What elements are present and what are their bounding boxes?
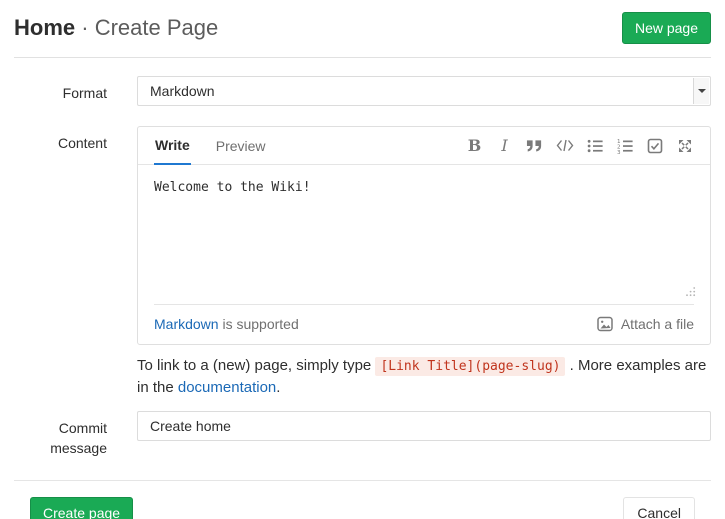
code-icon[interactable] — [555, 136, 574, 155]
help-text-before: To link to a (new) page, simply type — [137, 357, 375, 374]
quote-icon[interactable] — [525, 136, 544, 155]
task-list-icon[interactable] — [645, 136, 664, 155]
editor-write-area: Welcome to the Wiki! — [138, 165, 710, 304]
spacer — [14, 345, 137, 399]
create-page-button[interactable]: Create page — [30, 497, 133, 519]
supported-text: is supported — [219, 316, 299, 332]
content-textarea[interactable]: Welcome to the Wiki! — [138, 165, 710, 304]
attach-file-button[interactable]: Attach a file — [596, 314, 694, 333]
link-help-text: To link to a (new) page, simply type [Li… — [137, 355, 711, 399]
format-select[interactable]: Markdown — [137, 76, 711, 106]
page-title-home: Home — [14, 15, 75, 40]
page-title-subtitle: Create Page — [95, 15, 219, 40]
commit-message-input[interactable] — [137, 411, 711, 441]
format-select-value: Markdown — [150, 83, 215, 99]
editor-tab-bar: Write Preview B I — [138, 127, 710, 165]
editor-tabs: Write Preview — [154, 127, 465, 164]
format-row: Format Markdown — [14, 76, 711, 106]
svg-text:3: 3 — [617, 150, 621, 154]
page-title: Home · Create Page — [14, 13, 218, 43]
tab-write[interactable]: Write — [154, 127, 191, 165]
italic-icon[interactable]: I — [495, 136, 514, 155]
page-title-separator: · — [81, 15, 88, 40]
content-label: Content — [14, 126, 137, 345]
attach-file-label: Attach a file — [621, 316, 694, 332]
commit-message-row: Commit message — [14, 411, 711, 458]
markdown-supported-note: Markdown is supported — [154, 316, 299, 332]
new-page-button[interactable]: New page — [622, 12, 711, 44]
fullscreen-icon[interactable] — [675, 136, 694, 155]
form-actions: Create page Cancel — [14, 480, 711, 519]
tab-preview[interactable]: Preview — [215, 127, 267, 165]
editor-toolbar: B I — [465, 127, 694, 164]
markdown-editor: Write Preview B I — [137, 126, 711, 345]
markdown-help-link[interactable]: Markdown — [154, 316, 219, 332]
format-label: Format — [14, 76, 137, 106]
cancel-button[interactable]: Cancel — [623, 497, 695, 519]
link-syntax-code: [Link Title](page-slug) — [375, 357, 565, 376]
image-attachment-icon — [596, 314, 615, 333]
page-header: Home · Create Page New page — [14, 0, 711, 58]
content-row: Content Write Preview B I — [14, 126, 711, 399]
wiki-create-page: Home · Create Page New page Format Markd… — [0, 0, 725, 519]
chevron-down-icon — [693, 78, 709, 104]
documentation-link[interactable]: documentation — [178, 379, 276, 396]
commit-message-label: Commit message — [14, 411, 137, 458]
numbered-list-icon[interactable]: 1 2 3 — [615, 136, 634, 155]
bullet-list-icon[interactable] — [585, 136, 604, 155]
bold-icon[interactable]: B — [465, 136, 484, 155]
help-text-after: . — [276, 379, 280, 396]
editor-footer: Markdown is supported Attach a file — [154, 304, 694, 344]
resize-grip-icon[interactable] — [685, 284, 696, 302]
